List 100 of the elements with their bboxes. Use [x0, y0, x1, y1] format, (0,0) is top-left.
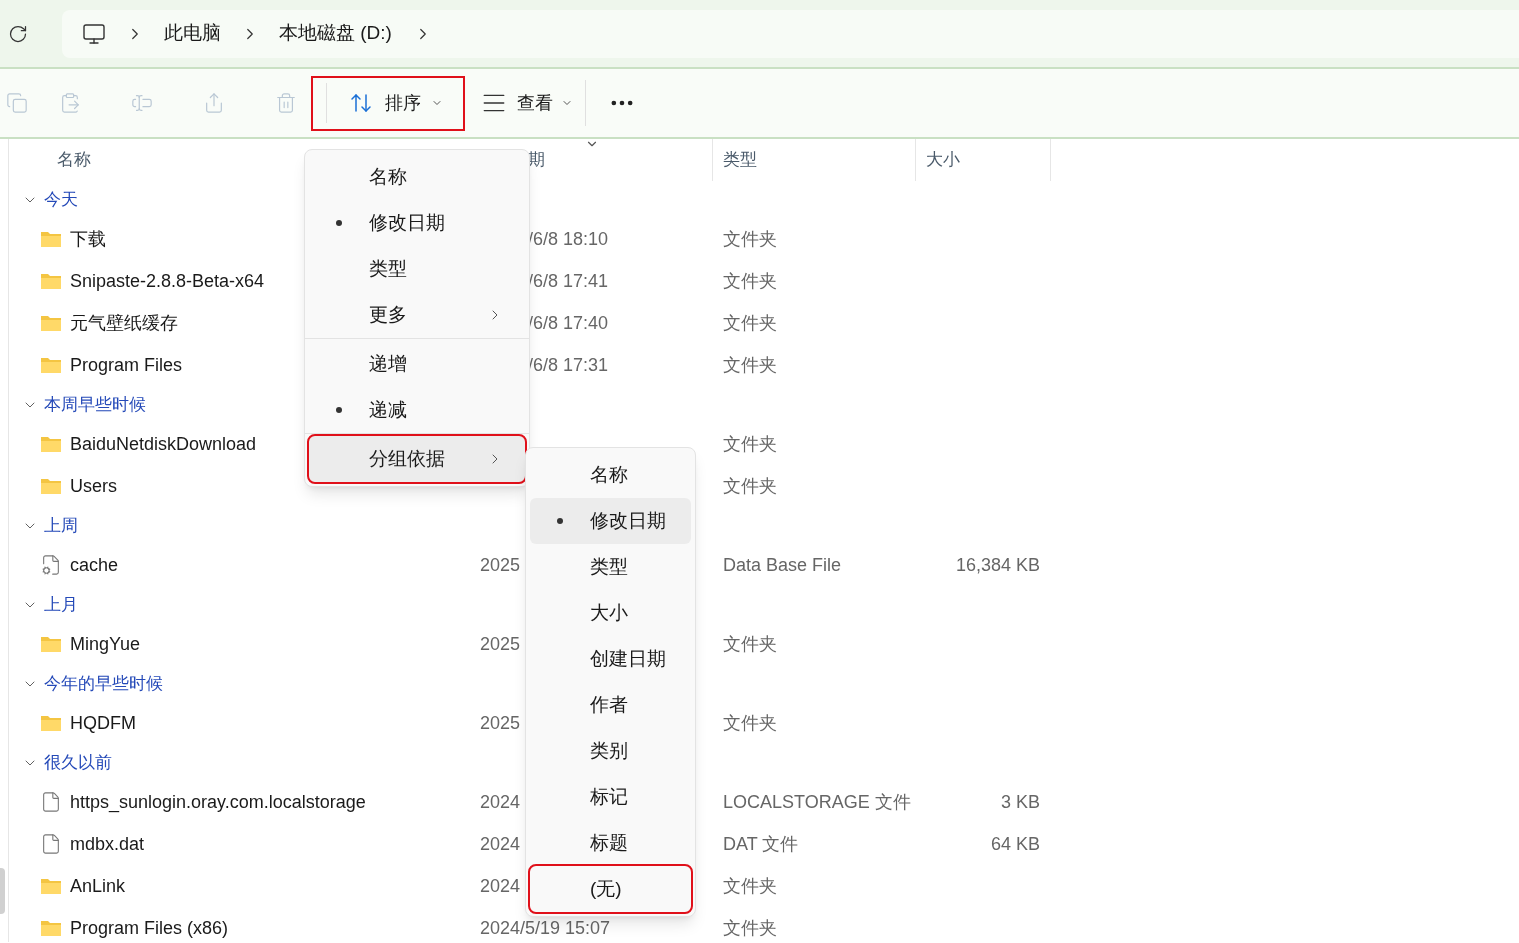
menu-item[interactable]: 类型 — [530, 544, 691, 590]
type-cell: LOCALSTORAGE 文件 — [723, 791, 911, 812]
group-header[interactable]: 今天 — [44, 186, 78, 213]
view-button[interactable]: 查看 — [481, 78, 585, 128]
menu-item[interactable]: 修改日期 — [530, 498, 691, 544]
folder-icon — [40, 314, 62, 332]
menu-item[interactable]: 名称 — [530, 452, 691, 498]
menu-item-label: 名称 — [590, 462, 628, 487]
file-name[interactable]: cache — [70, 551, 119, 579]
menu-item-label: 递增 — [369, 351, 407, 376]
type-cell: 文件夹 — [723, 228, 777, 249]
file-icon — [40, 833, 62, 855]
date-cell: 2025 — [480, 712, 521, 733]
folder-icon — [40, 919, 62, 937]
menu-item-label: 更多 — [369, 302, 407, 327]
group-header[interactable]: 上月 — [44, 591, 78, 618]
address-bar[interactable]: 此电脑 本地磁盘 (D:) — [62, 9, 1519, 58]
breadcrumb-item[interactable]: 此电脑 — [164, 19, 221, 48]
folder-icon — [40, 877, 62, 895]
menu-item-label: 标题 — [590, 830, 628, 855]
file-name[interactable]: mdbx.dat — [70, 830, 145, 858]
size-cell: 16,384 KB — [955, 554, 1040, 575]
folder-icon — [40, 714, 62, 732]
file-name[interactable]: AnLink — [70, 872, 126, 900]
file-name[interactable]: Program Files — [70, 351, 183, 379]
size-cell: 64 KB — [990, 833, 1040, 854]
file-name[interactable]: Program Files (x86) — [70, 914, 229, 942]
menu-item[interactable]: 类型 — [309, 246, 525, 292]
menu-item[interactable]: 标记 — [530, 774, 691, 820]
date-cell: 2024 — [480, 833, 521, 854]
menu-item-label: 类别 — [590, 738, 628, 763]
date-cell: 2024 — [480, 791, 521, 812]
type-cell: Data Base File — [723, 554, 842, 575]
menu-item[interactable]: 作者 — [530, 682, 691, 728]
menu-item-label: 分组依据 — [369, 446, 445, 471]
column-header[interactable]: 名称 — [57, 147, 91, 173]
type-cell: 文件夹 — [723, 312, 777, 333]
group-header[interactable]: 本周早些时候 — [44, 391, 146, 418]
column-header[interactable]: 类型 — [723, 147, 757, 173]
menu-item-label: 递减 — [369, 397, 407, 422]
folder-icon — [40, 635, 62, 653]
type-cell: 文件夹 — [723, 917, 777, 938]
type-cell: 文件夹 — [723, 270, 777, 291]
menu-item[interactable]: 分组依据 — [309, 436, 525, 482]
file-icon — [40, 791, 62, 813]
menu-item-label: 类型 — [590, 554, 628, 579]
file-name[interactable]: 元气壁纸缓存 — [70, 309, 178, 337]
menu-item[interactable]: 递减 — [309, 387, 525, 433]
size-cell: 3 KB — [1000, 791, 1040, 812]
refresh-icon[interactable] — [8, 23, 28, 44]
file-name[interactable]: Snipaste-2.8.8-Beta-x64 — [70, 267, 265, 295]
menu-item[interactable]: (无) — [530, 866, 691, 912]
menu-item[interactable]: 递增 — [309, 341, 525, 387]
group-header[interactable]: 很久以前 — [44, 749, 112, 776]
folder-icon — [40, 356, 62, 374]
menu-item-label: 创建日期 — [590, 646, 666, 671]
group-header[interactable]: 今年的早些时候 — [44, 670, 163, 697]
menu-item-label: 名称 — [369, 164, 407, 189]
type-cell: 文件夹 — [723, 433, 777, 454]
menu-item[interactable]: 大小 — [530, 590, 691, 636]
column-header[interactable]: 期 — [528, 147, 545, 173]
menu-item-label: 修改日期 — [369, 210, 445, 235]
type-cell: 文件夹 — [723, 475, 777, 496]
file-name[interactable]: https_sunlogin.oray.com.localstorage — [70, 788, 366, 816]
menu-item[interactable]: 标题 — [530, 820, 691, 866]
menu-item[interactable]: 创建日期 — [530, 636, 691, 682]
folder-icon — [40, 477, 62, 495]
column-header[interactable]: 大小 — [926, 147, 960, 173]
date-cell: 2024/5/19 15:07 — [480, 917, 611, 938]
settings-file-icon — [40, 554, 62, 576]
file-name[interactable]: MingYue — [70, 630, 141, 658]
menu-item-label: 大小 — [590, 600, 628, 625]
sort-icon — [349, 91, 373, 115]
scrollbar-thumb[interactable] — [0, 868, 5, 914]
menu-item-label: 类型 — [369, 256, 407, 281]
folder-icon — [40, 272, 62, 290]
group-header[interactable]: 上周 — [44, 512, 78, 539]
menu-item-label: 修改日期 — [590, 508, 666, 533]
menu-item[interactable]: 更多 — [309, 292, 525, 338]
type-cell: 文件夹 — [723, 712, 777, 733]
menu-item[interactable]: 修改日期 — [309, 200, 525, 246]
menu-item[interactable]: 名称 — [309, 154, 525, 200]
date-cell: 2025 — [480, 554, 521, 575]
type-cell: 文件夹 — [723, 633, 777, 654]
date-cell: 2024 — [480, 875, 521, 896]
file-name[interactable]: Users — [70, 472, 117, 500]
menu-item-label: 标记 — [590, 784, 628, 809]
type-cell: 文件夹 — [723, 875, 777, 896]
file-name[interactable]: HQDFM — [70, 709, 136, 737]
file-name[interactable]: BaiduNetdiskDownload — [70, 430, 257, 458]
sort-button[interactable]: 排序 — [311, 75, 465, 131]
folder-icon — [40, 435, 62, 453]
folder-icon — [40, 230, 62, 248]
type-cell: DAT 文件 — [723, 833, 799, 854]
file-name[interactable]: 下载 — [70, 225, 106, 253]
type-cell: 文件夹 — [723, 354, 777, 375]
breadcrumb-item[interactable]: 本地磁盘 (D:) — [279, 19, 392, 48]
menu-item-label: 作者 — [590, 692, 628, 717]
date-cell: 2025 — [480, 633, 521, 654]
menu-item[interactable]: 类别 — [530, 728, 691, 774]
